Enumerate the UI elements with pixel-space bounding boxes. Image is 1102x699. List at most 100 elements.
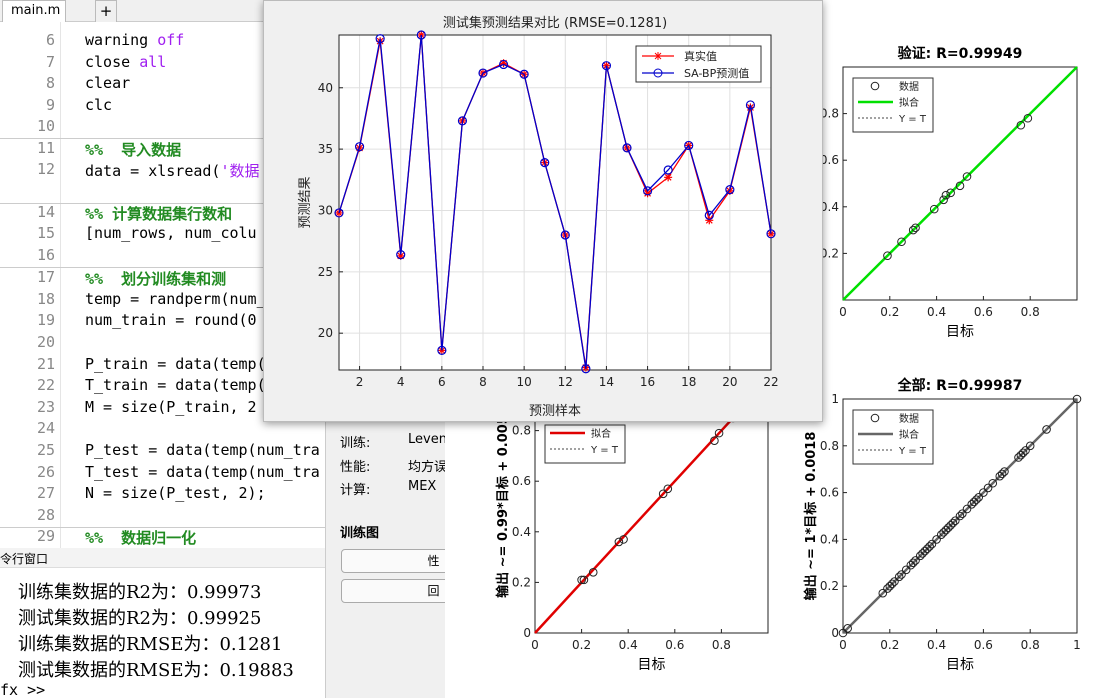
code-line[interactable]: P_train = data(temp( [85, 355, 266, 373]
x-tick-label: 0.2 [880, 305, 899, 319]
x-tick-label: 0.6 [974, 638, 993, 652]
line-number: 24 [36, 419, 55, 437]
regression-button[interactable]: 回 [341, 579, 456, 603]
legend-actual-label: 真实值 [684, 49, 717, 63]
output-line-4: 测试集数据的RMSE为：0.19883 [18, 660, 294, 681]
code-line[interactable]: %% 计算数据集行数和 [85, 203, 232, 224]
code-line[interactable]: data = xlsread('数据 [85, 160, 260, 181]
code-line[interactable]: clear [85, 74, 130, 92]
y-tick-label: 0.2 [512, 575, 531, 589]
line-number: 29 [36, 527, 55, 545]
legend-label: 数据 [899, 412, 919, 425]
train-label: 训练: [340, 436, 371, 451]
code-line[interactable]: %% 导入数据 [85, 139, 181, 160]
line-number: 6 [45, 31, 55, 49]
y-tick-label: 0 [523, 626, 531, 640]
output-line-3: 训练集数据的RMSE为：0.1281 [18, 634, 283, 655]
line-number: 19 [36, 311, 55, 329]
code-line[interactable]: close all [85, 53, 166, 71]
code-line[interactable]: num_train = round(0 [85, 311, 257, 329]
line-number: 12 [36, 160, 55, 178]
code-line[interactable]: N = size(P_test, 2); [85, 484, 266, 502]
gutter-divider [60, 22, 61, 548]
x-axis-label: 目标 [946, 657, 974, 673]
code-line[interactable]: [num_rows, num_colu [85, 224, 257, 242]
x-axis-label: 预测样本 [529, 404, 581, 419]
line-number: 16 [36, 246, 55, 264]
output-line-2: 测试集数据的R2为：0.99925 [18, 608, 262, 629]
calc-label: 计算: [340, 483, 371, 498]
legend-predicted-label: SA-BP预测值 [684, 67, 749, 80]
calc-value: MEX [408, 479, 437, 494]
x-tick-label: 12 [558, 375, 573, 389]
line-number: 18 [36, 290, 55, 308]
nntraintool-window: 训练: Levenl 性能: 均方误 计算: MEX 训练图 性 回 [325, 400, 456, 698]
y-tick-label: 0 [831, 626, 839, 640]
code-line[interactable]: temp = randperm(num_ [85, 290, 266, 308]
code-line[interactable]: clc [85, 96, 112, 114]
y-tick-label: 25 [318, 265, 333, 279]
y-tick-label: 0.4 [512, 525, 531, 539]
y-tick-label: 0.2 [820, 579, 839, 593]
x-tick-label: 1 [1073, 638, 1081, 652]
code-line[interactable]: warning off [85, 31, 184, 49]
x-tick-label: 0 [531, 638, 539, 652]
new-tab-button[interactable]: + [95, 0, 117, 22]
x-tick-label: 20 [722, 375, 737, 389]
x-tick-label: 0.8 [712, 638, 731, 652]
x-tick-label: 0.2 [572, 638, 591, 652]
perf-label: 性能: [340, 460, 371, 475]
x-axis-label: 目标 [946, 324, 974, 340]
legend-label: 拟合 [899, 428, 919, 441]
x-tick-label: 0.6 [665, 638, 684, 652]
x-tick-label: 0.4 [927, 305, 946, 319]
x-tick-label: 4 [397, 375, 405, 389]
chart-title: 测试集预测结果对比 (RMSE=0.1281) [443, 15, 667, 31]
code-line[interactable]: T_train = data(temp( [85, 376, 266, 394]
x-tick-label: 6 [438, 375, 446, 389]
x-tick-label: 10 [517, 375, 532, 389]
legend-label: 数据 [899, 80, 919, 93]
line-number: 21 [36, 355, 55, 373]
legend-label: Y = T [898, 446, 927, 457]
code-line[interactable]: M = size(P_train, 2 [85, 398, 257, 416]
output-line-1: 训练集数据的R2为：0.99973 [18, 582, 262, 603]
x-tick-label: 0 [839, 638, 847, 652]
x-tick-label: 16 [640, 375, 655, 389]
line-number: 20 [36, 333, 55, 351]
command-window-title: 令行窗口 [0, 552, 49, 566]
performance-button[interactable]: 性 [341, 549, 456, 573]
y-tick-label: 0.8 [512, 424, 531, 438]
tab-main-m[interactable]: main.m [2, 0, 66, 22]
training-plots-heading: 训练图 [340, 526, 380, 541]
legend-label: 拟合 [591, 427, 611, 440]
panel-title: 验证: R=0.99949 [898, 45, 1023, 62]
code-line[interactable]: P_test = data(temp(num_tra [85, 441, 320, 459]
y-tick-label: 0.4 [820, 532, 839, 546]
x-tick-label: 0.8 [1021, 305, 1040, 319]
line-number: 23 [36, 398, 55, 416]
y-tick-label: 20 [318, 326, 333, 340]
x-tick-label: 0.2 [880, 638, 899, 652]
perf-value: 均方误 [408, 460, 448, 475]
y-tick-label: 40 [318, 81, 333, 95]
plot-area [338, 34, 772, 371]
y-tick-label: 35 [318, 142, 333, 156]
legend-label: 拟合 [899, 96, 919, 109]
x-tick-label: 0 [839, 305, 847, 319]
y-axis-label: 输出 ~= 1*目标 + 0.0018 [803, 432, 819, 601]
line-number: 8 [45, 74, 55, 92]
code-line[interactable]: %% 划分训练集和测 [85, 268, 226, 289]
line-number: 26 [36, 463, 55, 481]
line-number: 27 [36, 484, 55, 502]
y-tick-label: 0.6 [820, 486, 839, 500]
x-tick-label: 0.4 [927, 638, 946, 652]
legend-label: Y = T [898, 114, 927, 125]
line-number: 10 [36, 117, 55, 135]
line-number: 22 [36, 376, 55, 394]
y-tick-label: 0.8 [820, 439, 839, 453]
line-number: 25 [36, 441, 55, 459]
command-prompt[interactable]: fx >> [0, 681, 45, 699]
code-line[interactable]: T_test = data(temp(num_tra [85, 463, 320, 481]
code-line[interactable]: %% 数据归一化 [85, 527, 196, 548]
